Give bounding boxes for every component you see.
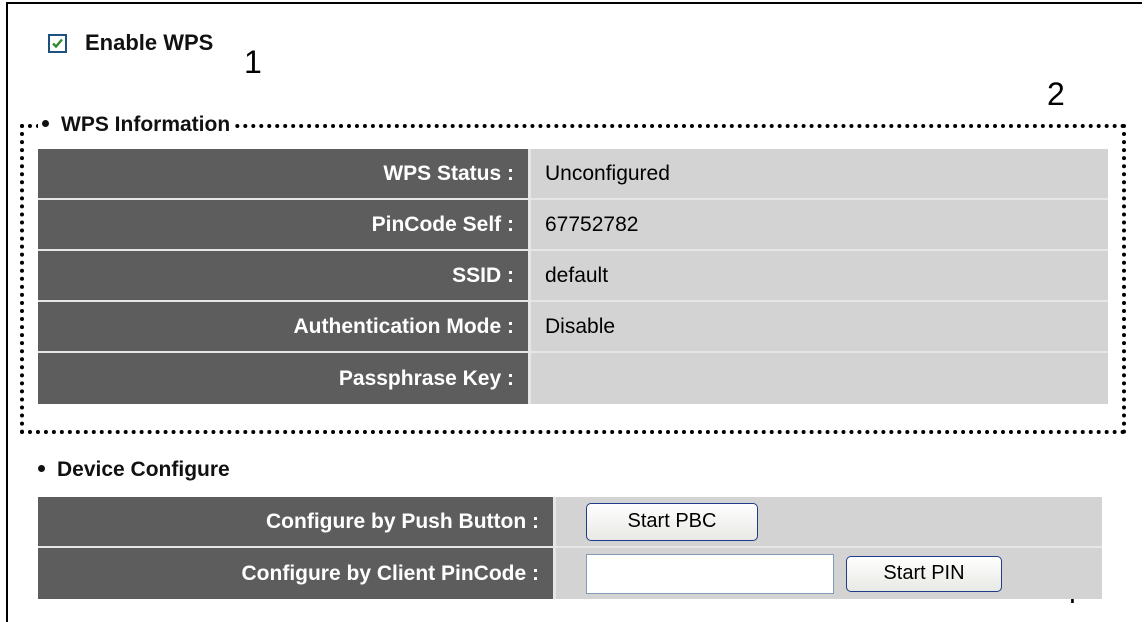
authentication-mode-label: Authentication Mode : xyxy=(38,302,531,353)
start-pbc-button[interactable]: Start PBC xyxy=(586,502,758,541)
annotation-marker-1: 1 xyxy=(244,44,262,80)
device-configure-table: Configure by Push Button : Start PBC Con… xyxy=(38,497,1102,599)
start-pin-button[interactable]: Start PIN xyxy=(846,555,1002,592)
bullet-icon xyxy=(38,464,45,472)
wps-information-title: WPS Information xyxy=(61,113,231,136)
authentication-mode-value: Disable xyxy=(531,302,1108,353)
client-pincode-input[interactable] xyxy=(586,553,834,594)
check-icon xyxy=(52,38,63,48)
annotation-marker-2: 2 xyxy=(1047,76,1065,112)
wps-information-table: WPS Status : Unconfigured PinCode Self :… xyxy=(38,149,1108,404)
push-button-cell: Start PBC xyxy=(556,497,1102,548)
passphrase-key-value xyxy=(531,353,1108,404)
enable-wps-label: Enable WPS xyxy=(85,30,214,55)
table-row: WPS Status : Unconfigured xyxy=(38,149,1108,200)
pincode-self-label: PinCode Self : xyxy=(38,200,531,251)
table-row: Configure by Client PinCode : Start PIN xyxy=(38,548,1102,599)
passphrase-key-label: Passphrase Key : xyxy=(38,353,531,404)
ssid-value: default xyxy=(531,251,1108,302)
wps-information-heading: WPS Information xyxy=(38,113,235,137)
enable-wps-row[interactable]: Enable WPS xyxy=(48,30,213,56)
enable-wps-checkbox[interactable] xyxy=(48,33,67,53)
table-row: Passphrase Key : xyxy=(38,353,1108,404)
device-configure-title: Device Configure xyxy=(57,458,230,481)
table-row: Authentication Mode : Disable xyxy=(38,302,1108,353)
client-pincode-label: Configure by Client PinCode : xyxy=(38,548,556,599)
device-configure-heading: Device Configure xyxy=(38,458,230,482)
table-row: Configure by Push Button : Start PBC xyxy=(38,497,1102,548)
pincode-self-value: 67752782 xyxy=(531,200,1108,251)
wps-status-label: WPS Status : xyxy=(38,149,531,200)
ssid-label: SSID : xyxy=(38,251,531,302)
wps-status-value: Unconfigured xyxy=(531,149,1108,200)
push-button-label: Configure by Push Button : xyxy=(38,497,556,548)
table-row: SSID : default xyxy=(38,251,1108,302)
client-pincode-cell: Start PIN xyxy=(556,548,1102,599)
bullet-icon xyxy=(42,119,49,127)
table-row: PinCode Self : 67752782 xyxy=(38,200,1108,251)
